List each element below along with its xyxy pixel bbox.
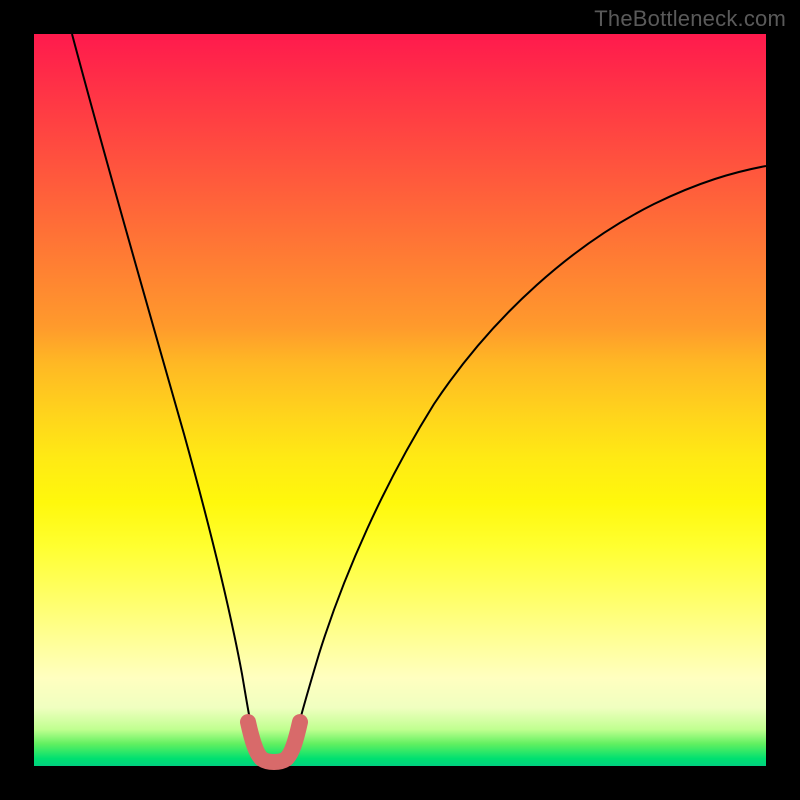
chart-plot-area bbox=[34, 34, 766, 766]
watermark-text: TheBottleneck.com bbox=[594, 6, 786, 32]
valley-marker bbox=[248, 722, 300, 762]
chart-frame: TheBottleneck.com bbox=[0, 0, 800, 800]
curve-right-branch bbox=[292, 166, 766, 750]
curve-left-branch bbox=[72, 34, 256, 750]
chart-svg bbox=[34, 34, 766, 766]
